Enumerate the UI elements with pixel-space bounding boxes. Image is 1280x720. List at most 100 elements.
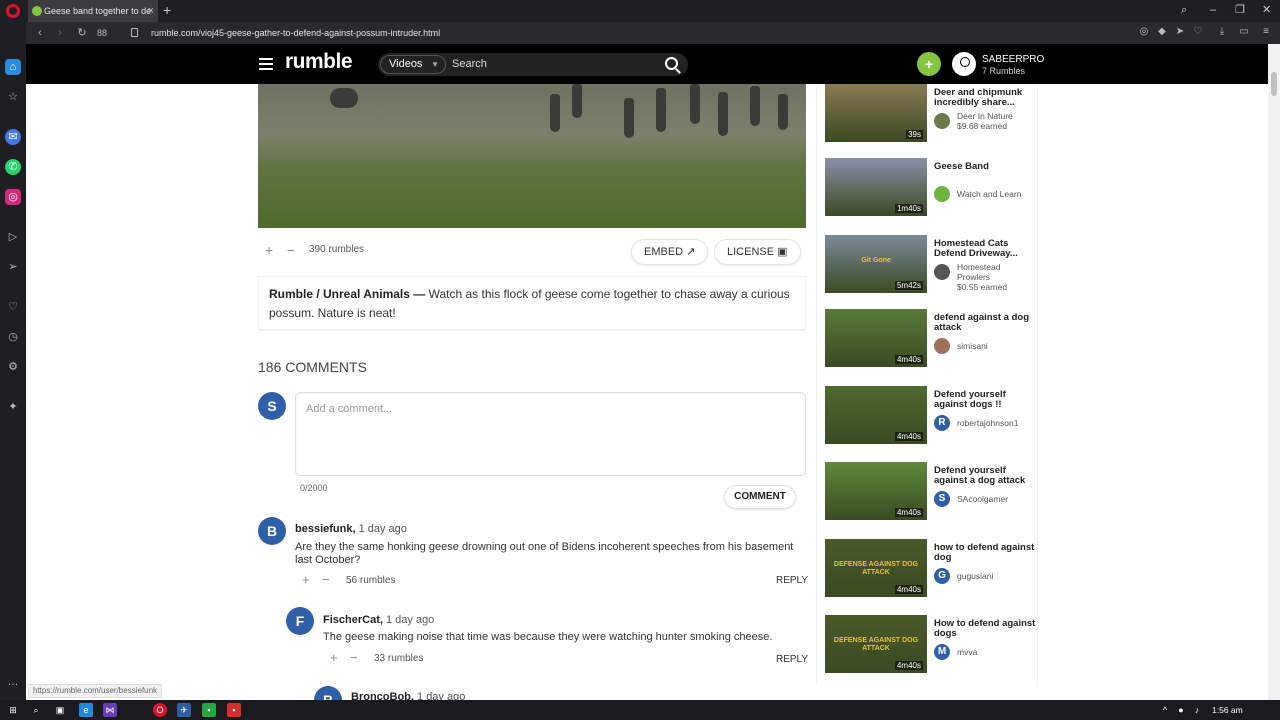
rumble-logo[interactable]: rumble bbox=[285, 50, 353, 74]
player-icon[interactable]: ▷ bbox=[5, 229, 21, 245]
recommended-video[interactable]: 1m40s Geese Band Watch and Learn bbox=[825, 158, 1037, 216]
recommended-title[interactable]: Defend yourself against a dog attack bbox=[934, 466, 1037, 486]
messenger-icon[interactable]: ✉ bbox=[5, 129, 21, 145]
channel-name[interactable]: Deer In Nature bbox=[957, 111, 1035, 121]
channel-name[interactable]: gugusiani bbox=[957, 571, 1035, 581]
embed-button[interactable]: EMBED ↗ bbox=[631, 239, 709, 265]
whatsapp-icon[interactable]: ✆ bbox=[5, 159, 21, 175]
taskbar-search-icon[interactable]: ⌕ bbox=[29, 703, 43, 717]
username[interactable]: SABEERPRO bbox=[982, 54, 1044, 65]
recommended-title[interactable]: Defend yourself against dogs !! bbox=[934, 390, 1037, 410]
channel-avatar[interactable]: S bbox=[934, 491, 950, 507]
app-red-icon[interactable]: ▪ bbox=[227, 703, 241, 717]
battery-icon[interactable]: ▭ bbox=[1238, 26, 1250, 38]
category-select[interactable]: Videos ▼ bbox=[380, 55, 446, 74]
flow-icon[interactable]: ➢ bbox=[5, 259, 21, 275]
steam-icon[interactable]: ✈ bbox=[177, 703, 191, 717]
comment-upvote-icon[interactable]: + bbox=[330, 650, 338, 665]
channel-avatar[interactable] bbox=[934, 186, 950, 202]
video-thumbnail[interactable]: 4m40s bbox=[825, 386, 927, 444]
channel-name[interactable]: mvva bbox=[957, 647, 1035, 657]
menu-icon[interactable]: ≡ bbox=[1260, 26, 1272, 38]
reply-button[interactable]: REPLY bbox=[776, 575, 808, 586]
channel-avatar[interactable]: R bbox=[934, 415, 950, 431]
recommended-title[interactable]: Homestead Cats Defend Driveway... bbox=[934, 239, 1037, 259]
maximize-icon[interactable]: ❐ bbox=[1235, 0, 1245, 22]
recommended-title[interactable]: defend against a dog attack bbox=[934, 313, 1037, 333]
recommended-title[interactable]: how to defend against dog bbox=[934, 543, 1037, 563]
forward-icon[interactable]: › bbox=[52, 25, 68, 41]
downvote-icon[interactable]: − bbox=[282, 242, 300, 260]
video-thumbnail[interactable]: Git Gone 5m42s bbox=[825, 235, 927, 293]
channel-name[interactable]: SAcoolgamer bbox=[957, 494, 1035, 504]
reload-icon[interactable]: ↻ bbox=[74, 25, 90, 41]
window-close-icon[interactable]: ✕ bbox=[1262, 0, 1271, 22]
minimize-icon[interactable]: – bbox=[1210, 0, 1216, 22]
channel-name[interactable]: Watch and Learn bbox=[957, 189, 1035, 199]
camera-icon[interactable]: ◎ bbox=[1138, 26, 1150, 38]
recommended-title[interactable]: Geese Band bbox=[934, 162, 1037, 172]
task-view-icon[interactable]: ▣ bbox=[53, 703, 67, 717]
channel-avatar[interactable]: M bbox=[934, 644, 950, 660]
new-tab-icon[interactable]: + bbox=[163, 0, 171, 20]
tips-icon[interactable]: ✦ bbox=[5, 399, 21, 415]
description-channel[interactable]: Rumble / Unreal Animals — bbox=[269, 287, 425, 301]
settings-icon[interactable]: ⚙ bbox=[5, 359, 21, 375]
volume-icon[interactable]: ♪ bbox=[1190, 703, 1204, 717]
comment-upvote-icon[interactable]: + bbox=[302, 572, 310, 587]
close-tab-icon[interactable]: × bbox=[148, 0, 154, 22]
recommended-video[interactable]: 4m40s Defend yourself against a dog attac… bbox=[825, 462, 1037, 520]
upvote-icon[interactable]: + bbox=[260, 242, 278, 260]
windows-start-icon[interactable]: ⊞ bbox=[6, 703, 20, 717]
user-avatar[interactable] bbox=[952, 52, 976, 76]
opera-logo-icon[interactable] bbox=[6, 4, 20, 18]
lock-icon[interactable] bbox=[131, 28, 138, 37]
video-thumbnail[interactable]: 1m40s bbox=[825, 158, 927, 216]
comment-avatar[interactable]: F bbox=[286, 607, 314, 635]
video-thumbnail[interactable]: DEFENSE AGAINST DOG ATTACK 4m40s bbox=[825, 539, 927, 597]
channel-name[interactable]: simisani bbox=[957, 341, 1035, 351]
home-icon[interactable]: ⌂ bbox=[5, 59, 21, 75]
comment-downvote-icon[interactable]: − bbox=[350, 650, 358, 665]
microphone-icon[interactable]: ● bbox=[1174, 703, 1188, 717]
video-thumbnail[interactable]: 39s bbox=[825, 84, 927, 142]
channel-avatar[interactable] bbox=[934, 264, 950, 280]
video-thumbnail[interactable]: DEFENSE AGAINST DOG ATTACK 4m40s bbox=[825, 615, 927, 673]
browser-tab[interactable]: Geese band together to de × bbox=[28, 0, 158, 22]
app-green-icon[interactable]: ▪ bbox=[202, 703, 216, 717]
search-icon[interactable] bbox=[665, 57, 678, 70]
recommended-title[interactable]: Deer and chipmunk incredibly share... bbox=[934, 88, 1037, 108]
video-thumbnail[interactable]: 4m40s bbox=[825, 462, 927, 520]
recommended-title[interactable]: How to defend against dogs bbox=[934, 619, 1037, 639]
search-tabs-icon[interactable]: ⌕ bbox=[1181, 0, 1187, 22]
recommended-video[interactable]: 4m40s Defend yourself against dogs !! Rrob… bbox=[825, 386, 1037, 444]
video-thumbnail[interactable]: 4m40s bbox=[825, 309, 927, 367]
send-icon[interactable]: ➤ bbox=[1174, 26, 1186, 38]
edge-icon[interactable]: e bbox=[79, 703, 93, 717]
opera-taskbar-icon[interactable]: O bbox=[153, 703, 167, 717]
upload-video-button[interactable]: + bbox=[917, 52, 941, 76]
comment-username[interactable]: FischerCat, bbox=[323, 614, 383, 626]
recommended-video[interactable]: 4m40s defend against a dog attack simisani bbox=[825, 309, 1037, 367]
instagram-icon[interactable]: ◎ bbox=[5, 189, 21, 205]
tray-chevron-icon[interactable]: ^ bbox=[1158, 703, 1172, 717]
hamburger-menu-icon[interactable] bbox=[259, 58, 273, 70]
recommended-video[interactable]: DEFENSE AGAINST DOG ATTACK 4m40s how to de… bbox=[825, 539, 1037, 597]
channel-name[interactable]: robertajohnson1 bbox=[957, 418, 1035, 428]
channel-avatar[interactable]: G bbox=[934, 568, 950, 584]
back-icon[interactable]: ‹ bbox=[32, 25, 48, 41]
heart-icon[interactable]: ♡ bbox=[1192, 26, 1204, 38]
search-input[interactable]: Search bbox=[452, 53, 487, 76]
taskbar-clock[interactable]: 1:56 am bbox=[1212, 700, 1243, 720]
url-field[interactable]: rumble.com/vioj45-geese-gather-to-defend… bbox=[151, 22, 440, 44]
history-icon[interactable]: ◷ bbox=[5, 329, 21, 345]
comment-avatar[interactable]: B bbox=[258, 517, 286, 545]
recommended-video[interactable]: 39s Deer and chipmunk incredibly share...… bbox=[825, 84, 1037, 142]
shield-icon[interactable]: ◆ bbox=[1156, 26, 1168, 38]
channel-avatar[interactable] bbox=[934, 338, 950, 354]
comment-input[interactable]: Add a comment... bbox=[295, 392, 806, 476]
scroll-thumb[interactable] bbox=[1271, 72, 1277, 96]
reply-button[interactable]: REPLY bbox=[776, 654, 808, 665]
channel-avatar[interactable] bbox=[934, 113, 950, 129]
comment-downvote-icon[interactable]: − bbox=[322, 572, 330, 587]
